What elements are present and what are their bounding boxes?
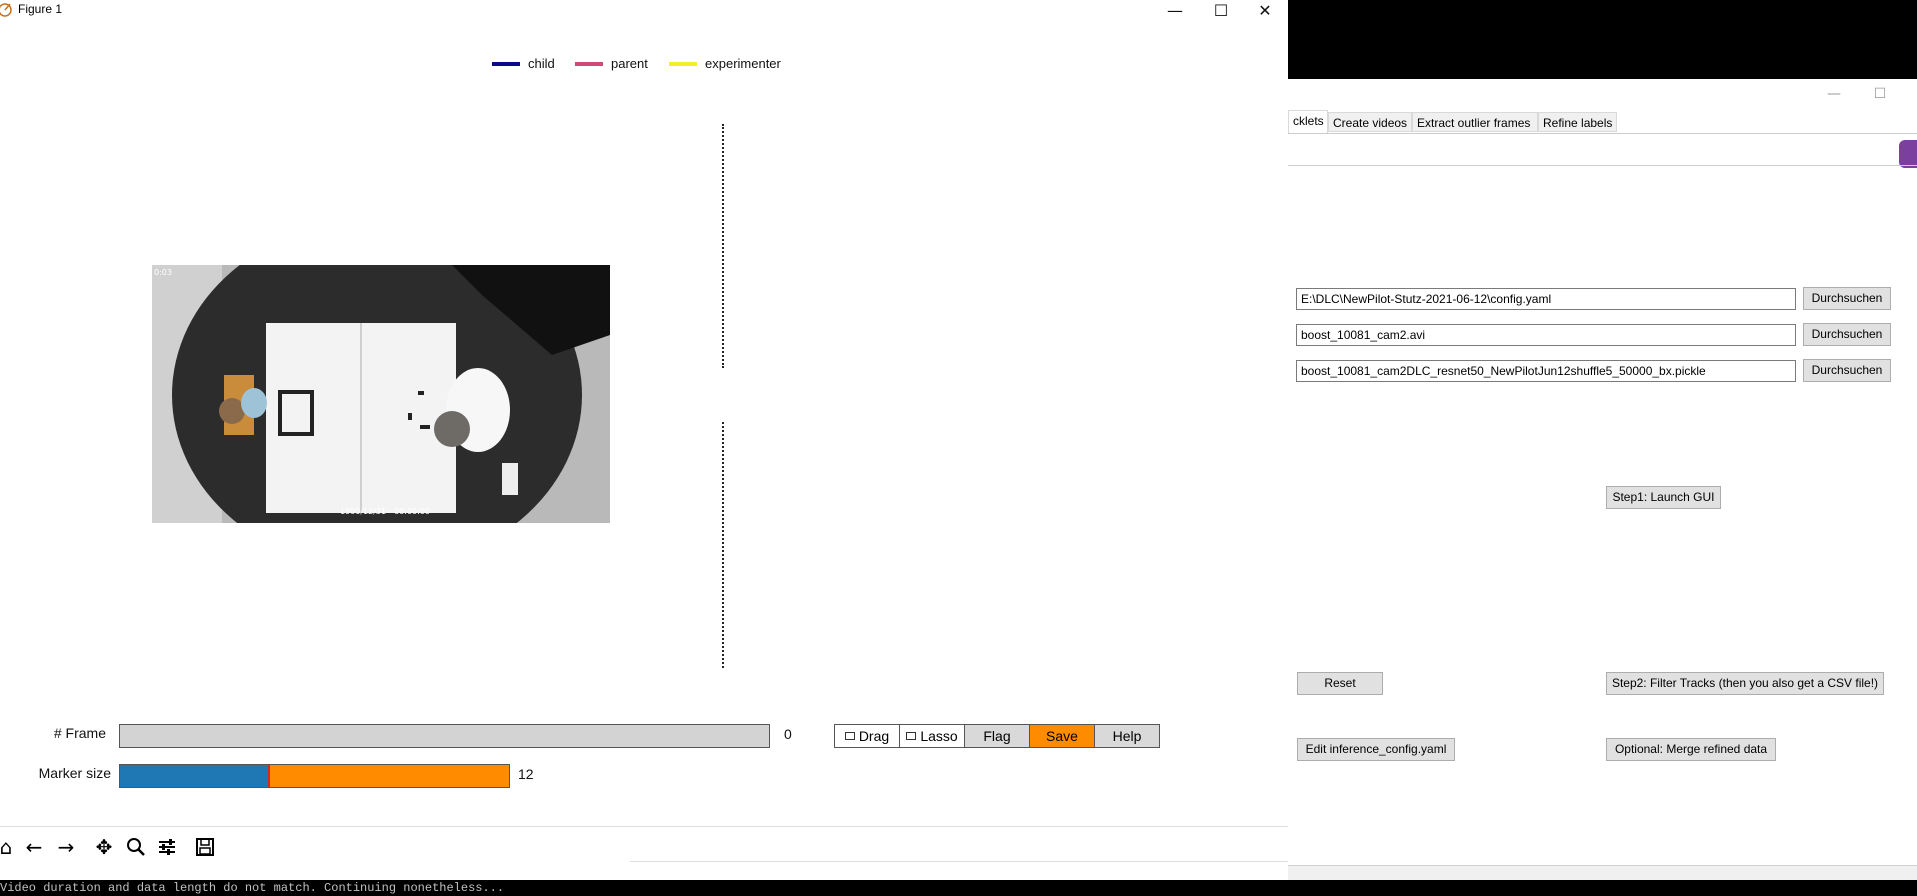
drag-radio-indicator	[844, 732, 855, 740]
minimize-icon[interactable]: —	[1811, 79, 1857, 109]
legend-swatch-child	[492, 61, 520, 66]
legend-swatch-parent	[575, 61, 603, 66]
back-arrow-icon[interactable]: ←	[22, 835, 46, 859]
reset-button[interactable]: Reset	[1297, 672, 1383, 695]
frame-slider-value: 0	[784, 726, 792, 742]
maximize-icon[interactable]: ☐	[1857, 79, 1903, 109]
help-label: Help	[1112, 728, 1142, 744]
lasso-label: Lasso	[920, 728, 958, 744]
video-frame[interactable]: 0:03 1900/12/31 - 00:00:00	[152, 265, 610, 523]
browse-pickle-button[interactable]: Durchsuchen	[1803, 359, 1891, 382]
figure-window: Figure 1 — ☐ ✕ child parent experimenter	[0, 0, 1288, 880]
drag-radio-button[interactable]: Drag	[834, 724, 900, 748]
home-icon[interactable]: ⌂	[0, 835, 18, 859]
legend-label-parent: parent	[611, 56, 648, 71]
zoom-icon[interactable]	[124, 835, 148, 859]
navigation-toolbar: ⌂ ← → ✥	[0, 826, 1288, 867]
merge-refined-data-button[interactable]: Optional: Merge refined data	[1606, 738, 1776, 761]
dotted-divider-upper	[722, 124, 724, 368]
config-path-field[interactable]: E:\DLC\NewPilot-Stutz-2021-06-12\config.…	[1296, 288, 1796, 310]
video-path-field[interactable]: boost_10081_cam2.avi	[1296, 324, 1796, 346]
lasso-radio-indicator	[906, 732, 917, 740]
lasso-radio-button[interactable]: Lasso	[899, 724, 965, 748]
window-title: Figure 1	[18, 2, 63, 16]
figure-titlebar: Figure 1 — ☐ ✕	[0, 0, 1288, 20]
legend-item-experimenter: experimenter	[669, 56, 781, 71]
launch-gui-button[interactable]: Step1: Launch GUI	[1606, 486, 1721, 509]
filter-tracks-button[interactable]: Step2: Filter Tracks (then you also get …	[1606, 672, 1884, 695]
save-button[interactable]: Save	[1029, 724, 1095, 748]
legend-label-child: child	[528, 56, 555, 71]
frame-slider[interactable]	[119, 724, 770, 748]
deeplabcut-logo-icon	[1899, 140, 1917, 168]
dlc-panel: E:\DLC\NewPilot-Stutz-2021-06-12\config.…	[1288, 133, 1917, 866]
flag-label: Flag	[983, 728, 1011, 744]
console-output: Video duration and data length do not ma…	[0, 880, 1288, 896]
close-icon[interactable]: ✕	[1242, 0, 1288, 20]
tab-tracklets[interactable]: cklets	[1288, 110, 1328, 133]
save-figure-icon[interactable]	[193, 835, 217, 859]
matplotlib-logo-icon	[0, 3, 12, 17]
browse-video-button[interactable]: Durchsuchen	[1803, 323, 1891, 346]
configure-subplots-icon[interactable]	[155, 835, 179, 859]
dlc-window: — ☐ cklets Create videos Extract outlier…	[1288, 79, 1917, 880]
marker-size-label: Marker size	[38, 765, 111, 781]
video-frame-image: 0:03 1900/12/31 - 00:00:00	[152, 265, 610, 523]
marker-size-value: 12	[518, 766, 534, 782]
legend-item-child: child	[492, 56, 555, 71]
flag-button[interactable]: Flag	[964, 724, 1030, 748]
tab-extract-outlier-frames[interactable]: Extract outlier frames	[1412, 112, 1538, 132]
legend-swatch-experimenter	[669, 61, 697, 66]
toolbar-message-area	[630, 861, 1288, 862]
tab-create-videos[interactable]: Create videos	[1328, 112, 1412, 132]
divider	[1288, 165, 1917, 166]
legend-item-parent: parent	[575, 56, 648, 71]
minimize-icon[interactable]: —	[1152, 0, 1198, 20]
dotted-divider-lower	[722, 422, 724, 668]
maximize-icon[interactable]: ☐	[1198, 0, 1244, 20]
marker-size-slider[interactable]	[119, 764, 510, 788]
frame-slider-label: # Frame	[53, 725, 106, 741]
dlc-titlebar: — ☐	[1288, 79, 1917, 109]
edit-inference-config-button[interactable]: Edit inference_config.yaml	[1297, 738, 1455, 761]
browse-config-button[interactable]: Durchsuchen	[1803, 287, 1891, 310]
dlc-statusbar	[1288, 865, 1917, 880]
marker-size-slider-fill	[120, 765, 270, 787]
save-label: Save	[1046, 728, 1078, 744]
legend-label-experimenter: experimenter	[705, 56, 781, 71]
forward-arrow-icon[interactable]: →	[54, 835, 78, 859]
drag-label: Drag	[858, 728, 890, 744]
dlc-tab-bar: cklets Create videos Extract outlier fra…	[1288, 109, 1917, 133]
video-timestamp-bottom: 1900/12/31 - 00:00:00	[340, 507, 430, 516]
pan-icon[interactable]: ✥	[92, 835, 116, 859]
tab-refine-labels[interactable]: Refine labels	[1538, 112, 1617, 132]
video-timestamp-top: 0:03	[154, 268, 172, 277]
pickle-path-field[interactable]: boost_10081_cam2DLC_resnet50_NewPilotJun…	[1296, 360, 1796, 382]
help-button[interactable]: Help	[1094, 724, 1160, 748]
